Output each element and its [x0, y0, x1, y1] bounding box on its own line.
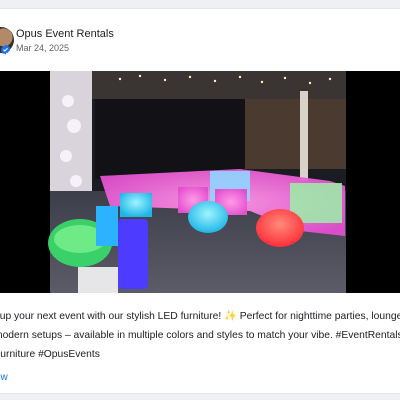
post-text-line: modern setups – available in multiple co… — [0, 330, 400, 341]
post-text: t up your next event with our stylish LE… — [0, 307, 400, 364]
business-name[interactable]: Opus Event Rentals — [16, 28, 114, 40]
post-image[interactable] — [0, 71, 400, 293]
post-card: Opus Event Rentals Mar 24, 2025 t up you… — [0, 8, 400, 394]
post-date: Mar 24, 2025 — [16, 43, 70, 53]
verified-badge-icon — [0, 42, 11, 55]
post-text-line: Furniture #OpusEvents — [0, 349, 100, 360]
post-text-line: t up your next event with our stylish LE… — [0, 311, 400, 322]
post-header: Opus Event Rentals Mar 24, 2025 — [0, 25, 400, 65]
follow-link[interactable]: ow — [0, 372, 8, 383]
